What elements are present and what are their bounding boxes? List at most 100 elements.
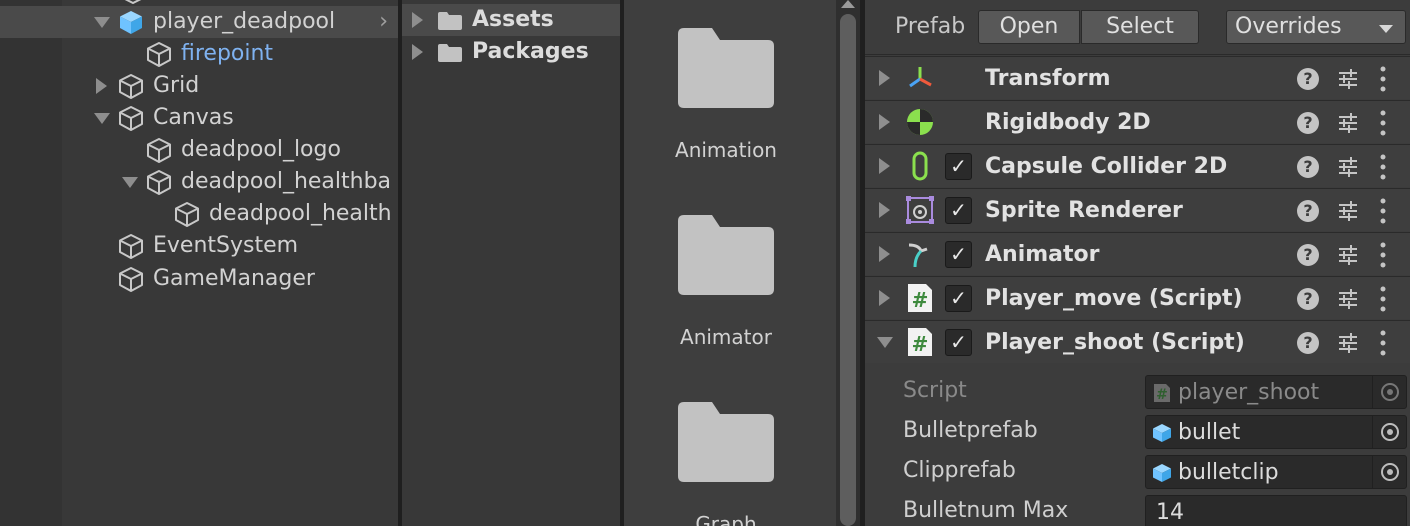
project-scrollbar[interactable]	[836, 0, 860, 526]
hierarchy-item-deadpool-logo[interactable]: deadpool_logo	[0, 134, 398, 166]
collapse-arrow-icon[interactable]	[412, 12, 423, 28]
field-value: 14	[1156, 500, 1184, 525]
foldout-arrow-icon[interactable]	[879, 70, 890, 86]
project-tree-label: Packages	[472, 39, 589, 64]
expand-arrow-icon[interactable]	[94, 113, 110, 124]
project-tree-label: Assets	[472, 7, 554, 32]
more-options-icon[interactable]	[1379, 285, 1387, 313]
foldout-arrow-icon[interactable]	[879, 114, 890, 130]
more-options-icon[interactable]	[1379, 65, 1387, 93]
prefab-open-button[interactable]: Open	[978, 10, 1080, 44]
help-icon[interactable]: ?	[1297, 156, 1319, 178]
help-icon[interactable]: ?	[1297, 68, 1319, 90]
overrides-label: Overrides	[1235, 14, 1342, 39]
enabled-checkbox[interactable]: ✓	[945, 241, 972, 268]
presets-icon[interactable]	[1337, 244, 1359, 266]
object-picker-icon[interactable]	[1372, 416, 1406, 448]
component-header-sprite-renderer[interactable]: ✓ Sprite Renderer ?	[865, 188, 1410, 231]
asset-folder-label: Animator	[680, 325, 772, 349]
field-clipprefab: Clipprefab bulletclip	[865, 451, 1410, 491]
component-header-player-move-script[interactable]: # ✓ Player_move (Script) ?	[865, 276, 1410, 319]
prefab-overrides-dropdown[interactable]: Overrides	[1226, 10, 1406, 44]
component-header-rigidbody-2d[interactable]: Rigidbody 2D ?	[865, 100, 1410, 143]
hierarchy-item-player-deadpool[interactable]: player_deadpool ›	[0, 6, 398, 38]
sprite-renderer-icon	[906, 196, 934, 224]
chevron-right-icon[interactable]: ›	[379, 6, 388, 38]
prefab-cube-icon	[120, 11, 142, 34]
foldout-arrow-icon[interactable]	[877, 337, 893, 348]
help-icon[interactable]: ?	[1297, 244, 1319, 266]
hierarchy-item-eventsystem[interactable]: EventSystem	[0, 230, 398, 262]
enabled-checkbox[interactable]: ✓	[945, 329, 972, 356]
component-header-player-shoot-script[interactable]: # ✓ Player_shoot (Script) ?	[865, 320, 1410, 363]
hierarchy-item-gamemanager[interactable]: GameManager	[0, 263, 398, 295]
hierarchy-item-deadpool-health[interactable]: deadpool_health	[0, 198, 398, 230]
field-value: player_shoot	[1178, 380, 1320, 405]
foldout-arrow-icon[interactable]	[879, 246, 890, 262]
folder-icon	[678, 402, 774, 482]
hierarchy-item-deadpool-healthbar[interactable]: deadpool_healthba	[0, 166, 398, 198]
prefab-select-button[interactable]: Select	[1081, 10, 1199, 44]
inspector-panel: Prefab Open Select Overrides Transform ?	[865, 0, 1410, 526]
presets-icon[interactable]	[1337, 332, 1359, 354]
asset-folder-animator[interactable]: Animator	[656, 215, 796, 349]
folder-icon	[438, 44, 462, 62]
hierarchy-item-label: firepoint	[181, 41, 274, 66]
help-icon[interactable]: ?	[1297, 288, 1319, 310]
bulletnum-max-input[interactable]: 14	[1145, 495, 1407, 526]
script-object-field: # player_shoot	[1145, 375, 1407, 409]
hierarchy-item-label: deadpool_logo	[181, 137, 341, 162]
presets-icon[interactable]	[1337, 68, 1359, 90]
more-options-icon[interactable]	[1379, 241, 1387, 269]
project-tree-item-packages[interactable]: Packages	[402, 36, 620, 68]
expand-arrow-icon[interactable]	[122, 177, 138, 188]
clipprefab-object-field[interactable]: bulletclip	[1145, 455, 1407, 489]
rigidbody-icon	[907, 109, 933, 135]
hierarchy-item-label: EventSystem	[153, 233, 299, 258]
svg-text:#: #	[912, 332, 929, 356]
presets-icon[interactable]	[1337, 288, 1359, 310]
hierarchy-item-firepoint[interactable]: firepoint	[0, 38, 398, 70]
more-options-icon[interactable]	[1379, 153, 1387, 181]
component-header-transform[interactable]: Transform ?	[865, 56, 1410, 99]
foldout-arrow-icon[interactable]	[879, 158, 890, 174]
capsule-collider-icon	[912, 151, 928, 181]
component-header-animator[interactable]: ✓ Animator ?	[865, 232, 1410, 275]
object-picker-icon[interactable]	[1372, 456, 1406, 488]
folder-icon	[438, 12, 462, 30]
asset-folder-graph[interactable]: Graph	[656, 402, 796, 526]
presets-icon[interactable]	[1337, 112, 1359, 134]
collapse-arrow-icon[interactable]	[96, 78, 107, 94]
asset-folder-label: Animation	[675, 138, 777, 162]
presets-icon[interactable]	[1337, 200, 1359, 222]
asset-folder-animation[interactable]: Animation	[656, 28, 796, 162]
bulletprefab-object-field[interactable]: bullet	[1145, 415, 1407, 449]
project-asset-grid: Animation Animator Graph	[624, 0, 860, 526]
scrollbar-thumb[interactable]	[840, 14, 856, 526]
more-options-icon[interactable]	[1379, 109, 1387, 137]
foldout-arrow-icon[interactable]	[879, 202, 890, 218]
object-picker-icon	[1372, 376, 1406, 408]
expand-arrow-icon[interactable]	[94, 17, 110, 28]
component-name: Sprite Renderer	[985, 198, 1183, 223]
enabled-checkbox[interactable]: ✓	[945, 197, 972, 224]
help-icon[interactable]: ?	[1297, 332, 1319, 354]
component-header-capsule-collider-2d[interactable]: ✓ Capsule Collider 2D ?	[865, 144, 1410, 187]
hierarchy-item-canvas[interactable]: Canvas	[0, 102, 398, 134]
collapse-arrow-icon[interactable]	[412, 44, 423, 60]
hierarchy-item-grid[interactable]: Grid	[0, 70, 398, 102]
enabled-checkbox[interactable]: ✓	[945, 285, 972, 312]
more-options-icon[interactable]	[1379, 197, 1387, 225]
project-tree-item-assets[interactable]: Assets	[402, 4, 620, 36]
help-icon[interactable]: ?	[1297, 112, 1319, 134]
svg-text:#: #	[1156, 387, 1168, 403]
scroll-up-arrow-icon[interactable]	[841, 0, 855, 8]
help-icon[interactable]: ?	[1297, 200, 1319, 222]
enabled-checkbox[interactable]: ✓	[945, 153, 972, 180]
script-icon: #	[1154, 384, 1170, 403]
foldout-arrow-icon[interactable]	[879, 290, 890, 306]
presets-icon[interactable]	[1337, 156, 1359, 178]
more-options-icon[interactable]	[1379, 329, 1387, 357]
component-name: Transform	[985, 66, 1111, 91]
prefab-cube-icon	[1153, 464, 1171, 482]
